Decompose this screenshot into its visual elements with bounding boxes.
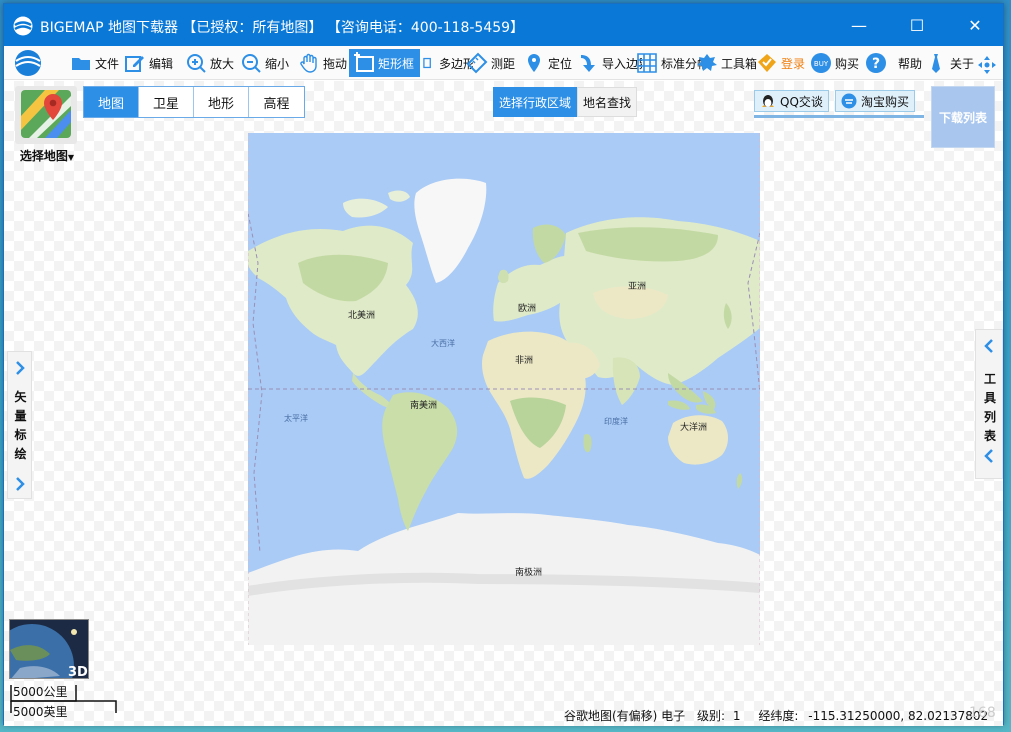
qq-penguin-icon [762, 95, 774, 107]
edit-icon [125, 56, 144, 72]
bigemap-globe-icon[interactable] [13, 49, 43, 77]
window-title: BIGEMAP 地图下载器 【已授权：所有地图】 【咨询电话：400-118-5… [40, 20, 525, 36]
toolbar-measure[interactable]: 测距 [466, 50, 515, 76]
map-scale: 5000公里 5000英里 [10, 681, 120, 721]
globe-3d-button[interactable]: 3D [9, 619, 89, 679]
globe-3d-icon: 3D [10, 620, 88, 679]
label-pacific: 太平洋 [284, 413, 308, 423]
toolbar-toolbox[interactable]: 工具箱 [696, 50, 757, 76]
dropdown-caret-icon: ▼ [67, 153, 75, 162]
map-type-elevation[interactable]: 高程 [249, 87, 304, 117]
chevron-right-icon[interactable] [12, 476, 28, 492]
download-list-button[interactable]: 下载列表 [931, 86, 995, 148]
bigemap-logo-icon [13, 16, 33, 36]
toolbar-about[interactable]: 关于 [925, 50, 974, 76]
label-asia: 亚洲 [628, 281, 646, 292]
tab-place-search[interactable]: 地名查找 [577, 87, 638, 117]
zoom-out-icon [242, 54, 261, 73]
toolbar-import-boundary[interactable]: 导入边界 [577, 50, 642, 76]
globe-3d-label: 3D [68, 665, 88, 679]
title-bar: BIGEMAP 地图下载器 【已授权：所有地图】 【咨询电话：400-118-5… [4, 4, 1003, 46]
map-type-map[interactable]: 地图 [84, 87, 139, 117]
toolbar-standard-grid[interactable]: 标准分幅 [636, 50, 705, 76]
taobao-buy-button[interactable]: 淘宝购买 [835, 90, 916, 112]
toolbar-edit[interactable]: 编辑 [124, 50, 173, 76]
grid-icon [637, 53, 657, 73]
hand-icon [300, 53, 317, 73]
polygon-icon [423, 57, 431, 69]
status-level: 1 [732, 709, 741, 723]
choose-map-label: 选择地图▼ [19, 149, 75, 163]
main-toolbar: 文件 编辑 放大 缩小 拖动 矩形框 多边形 测距 定位 导入边 标准分幅 工具… [4, 46, 1003, 80]
status-coord-label: 经纬度: [758, 709, 799, 723]
import-arrow-icon [581, 55, 595, 72]
location-pin-icon [528, 54, 540, 72]
label-africa: 非洲 [515, 354, 533, 366]
status-coords: -115.31250000, 82.02137802 [808, 709, 989, 723]
rectangle-icon [354, 52, 374, 72]
label-indian: 印度洋 [604, 416, 628, 426]
login-icon [758, 54, 776, 72]
qq-chat-button[interactable]: QQ交谈 [754, 90, 829, 112]
map-type-satellite[interactable]: 卫星 [139, 87, 194, 117]
label-oceania: 大洋洲 [680, 421, 707, 433]
minimize-button[interactable]: — [830, 4, 888, 46]
status-level-label: 级别: [697, 709, 726, 723]
scale-metric: 5000公里 [13, 685, 68, 699]
toolbar-zoom-in[interactable]: 放大 [185, 50, 234, 76]
toolbar-file[interactable]: 文件 [70, 50, 119, 76]
google-maps-icon [15, 86, 77, 144]
search-tabs: 选择行政区域 地名查找 [493, 87, 638, 117]
maximize-button[interactable]: ☐ [888, 4, 946, 46]
zoom-in-icon [187, 54, 206, 73]
taobao-icon [841, 93, 857, 109]
vector-plot-panel[interactable]: 矢量标绘 [7, 351, 32, 499]
status-bar: 谷歌地图(有偏移) 电子 级别: 1 经纬度: -115.31250000, 8… [564, 707, 996, 724]
world-map[interactable]: 北美洲 南美洲 欧洲 亚洲 非洲 大洋洲 南极洲 大西洋 太平洋 印度洋 [248, 133, 760, 645]
tie-icon [932, 54, 940, 73]
label-north-america: 北美洲 [348, 309, 375, 321]
contact-underline [754, 115, 924, 118]
scale-imperial: 5000英里 [13, 705, 68, 719]
folder-icon [72, 58, 90, 70]
toolbar-login[interactable]: 登录 [756, 50, 805, 76]
close-button[interactable]: ✕ [946, 4, 1004, 46]
tool-list-label: 工具列表 [983, 372, 996, 443]
madagascar-landmass [583, 433, 592, 453]
toolbar-rectangle[interactable]: 矩形框 [349, 49, 421, 77]
toolbox-icon [697, 54, 717, 71]
app-window: BIGEMAP 地图下载器 【已授权：所有地图】 【咨询电话：400-118-5… [3, 3, 1004, 726]
status-map-source: 谷歌地图(有偏移) 电子 [564, 709, 686, 723]
watermark-text: 168 [969, 705, 996, 721]
map-type-terrain[interactable]: 地形 [194, 87, 249, 117]
label-south-america: 南美洲 [410, 399, 437, 411]
toolbar-buy[interactable]: BUY 购买 [810, 50, 859, 76]
toolbar-help[interactable]: ? 帮助 [865, 50, 922, 76]
chevron-right-icon[interactable] [12, 360, 28, 376]
choose-map-button[interactable]: 选择地图▼ [15, 86, 79, 166]
toolbar-pan[interactable]: 拖动 [298, 50, 347, 76]
tool-list-panel[interactable]: 工具列表 [975, 329, 1003, 479]
svg-text:?: ? [872, 56, 880, 72]
help-icon: ? [866, 53, 886, 73]
toolbar-zoom-out[interactable]: 缩小 [240, 50, 289, 76]
move-arrows-icon[interactable] [977, 55, 997, 75]
map-type-selector: 地图 卫星 地形 高程 [83, 86, 305, 118]
buy-icon: BUY [811, 53, 831, 73]
vector-plot-label: 矢量标绘 [14, 390, 27, 461]
label-europe: 欧洲 [518, 302, 536, 314]
chevron-left-icon[interactable] [981, 448, 997, 464]
svg-text:BUY: BUY [814, 60, 829, 68]
label-antarctica: 南极洲 [515, 566, 542, 578]
map-area[interactable]: 选择地图▼ 地图 卫星 地形 高程 选择行政区域 地名查找 QQ交谈 淘宝购买 … [4, 81, 1003, 726]
toolbar-locate[interactable]: 定位 [523, 50, 572, 76]
tab-select-region[interactable]: 选择行政区域 [493, 87, 578, 117]
label-atlantic: 大西洋 [431, 338, 455, 348]
ruler-icon [466, 52, 488, 74]
chevron-left-icon[interactable] [981, 338, 997, 354]
